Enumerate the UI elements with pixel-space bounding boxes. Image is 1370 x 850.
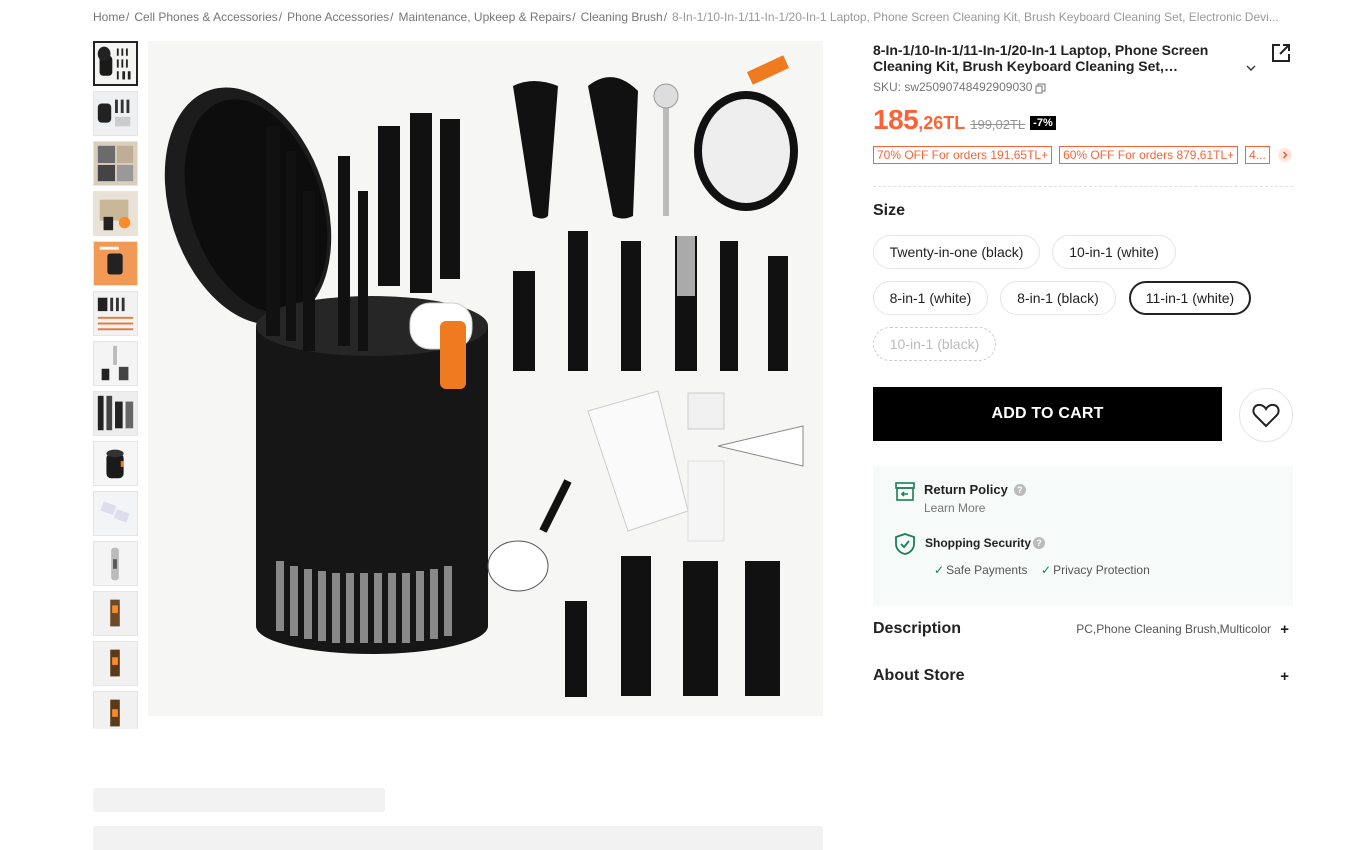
about-store-title: About Store	[873, 667, 965, 684]
help-icon[interactable]: ?	[1033, 537, 1046, 549]
breadcrumb-current: 8-In-1/10-In-1/11-In-1/20-In-1 Laptop, P…	[672, 10, 1279, 24]
add-to-cart-button[interactable]: ADD TO CART	[873, 387, 1222, 441]
thumbnail-2[interactable]	[93, 91, 138, 136]
size-option[interactable]: 10-in-1 (white)	[1052, 235, 1176, 269]
heart-icon	[1252, 403, 1280, 428]
policy-box: Return Policy ? Learn More Shopping Secu…	[873, 466, 1293, 606]
price-integer: 185	[873, 104, 919, 135]
return-policy-title[interactable]: Return Policy ?	[924, 482, 1026, 497]
thumbnail-7[interactable]	[93, 341, 138, 386]
promo-tag[interactable]: 4...	[1245, 146, 1270, 164]
size-option-selected[interactable]: 11-in-1 (white)	[1129, 281, 1251, 315]
breadcrumb-cleaning-brush[interactable]: Cleaning Brush	[581, 10, 663, 26]
thumbnail-1[interactable]	[93, 41, 138, 86]
thumbnail-12[interactable]	[93, 591, 138, 636]
main-product-image[interactable]	[148, 41, 823, 716]
original-price: 199,02TL	[970, 117, 1026, 132]
promo-tag[interactable]: 70% OFF For orders 191,65TL+	[873, 146, 1053, 164]
price-row: 185 ,26TL 199,02TL -7%	[873, 104, 1056, 136]
breadcrumb-maintenance[interactable]: Maintenance, Upkeep & Repairs	[399, 10, 572, 26]
about-store-section[interactable]: About Store +	[873, 665, 1293, 687]
learn-more-link[interactable]: Learn More	[924, 501, 985, 515]
thumbnail-13[interactable]	[93, 641, 138, 686]
chevron-right-icon[interactable]	[1278, 148, 1292, 162]
thumbnail-11[interactable]	[93, 541, 138, 586]
discount-badge: -7%	[1030, 116, 1056, 130]
description-title: Description	[873, 620, 962, 637]
thumbnail-14[interactable]	[93, 691, 138, 729]
share-icon[interactable]	[1270, 42, 1292, 64]
size-option[interactable]: Twenty-in-one (black)	[873, 235, 1040, 269]
product-title: 8-In-1/10-In-1/11-In-1/20-In-1 Laptop, P…	[873, 42, 1209, 74]
thumbnail-5[interactable]	[93, 241, 138, 286]
breadcrumb-phone-accessories[interactable]: Phone Accessories	[287, 10, 389, 26]
safe-payments: ✓ Safe Payments	[934, 563, 1027, 577]
thumbnail-9[interactable]	[93, 441, 138, 486]
shopping-security-title[interactable]: Shopping Security ?	[925, 536, 1046, 550]
thumbnail-4[interactable]	[93, 191, 138, 236]
thumbnail-3[interactable]	[93, 141, 138, 186]
return-policy-label: Return Policy	[924, 482, 1008, 497]
plus-icon[interactable]: +	[1280, 621, 1289, 638]
chevron-down-icon[interactable]	[1244, 62, 1258, 74]
promo-tag[interactable]: 60% OFF For orders 879,61TL+	[1059, 146, 1239, 164]
plus-icon[interactable]: +	[1280, 668, 1289, 685]
thumbnail-10[interactable]	[93, 491, 138, 536]
size-option[interactable]: 8-in-1 (white)	[873, 281, 988, 315]
breadcrumb-home[interactable]: Home	[93, 10, 125, 26]
check-icon: ✓	[934, 563, 945, 577]
return-box-icon	[894, 480, 916, 502]
price-decimal: ,26TL	[918, 113, 966, 133]
thumbnail-6[interactable]	[93, 291, 138, 336]
loading-placeholder	[93, 826, 823, 850]
help-icon[interactable]: ?	[1013, 483, 1026, 496]
check-icon: ✓	[1041, 563, 1052, 577]
sku-text: SKU: sw25090748492909030	[873, 80, 1033, 94]
shield-check-icon	[894, 532, 916, 556]
description-section[interactable]: Description PC,Phone Cleaning Brush,Mult…	[873, 618, 1293, 640]
size-option[interactable]: 8-in-1 (black)	[1000, 281, 1116, 315]
safe-payments-label: Safe Payments	[946, 563, 1028, 577]
size-option-unavailable[interactable]: 10-in-1 (black)	[873, 327, 996, 361]
privacy-protection-label: Privacy Protection	[1053, 563, 1150, 577]
sku-row: SKU: sw25090748492909030	[873, 80, 1046, 94]
description-summary: PC,Phone Cleaning Brush,Multicolor	[1076, 622, 1271, 636]
thumbnail-gallery	[93, 41, 139, 729]
loading-placeholder	[93, 788, 385, 812]
breadcrumb: Home / Cell Phones & Accessories / Phone A…	[93, 10, 1293, 26]
wishlist-button[interactable]	[1239, 388, 1293, 442]
privacy-protection: ✓ Privacy Protection	[1041, 563, 1150, 577]
breadcrumb-cell-phones[interactable]: Cell Phones & Accessories	[134, 10, 277, 26]
divider	[873, 186, 1293, 187]
promo-list: 70% OFF For orders 191,65TL+ 60% OFF For…	[873, 146, 1277, 164]
size-label: Size	[873, 202, 906, 219]
shopping-security-label: Shopping Security	[925, 536, 1032, 550]
copy-icon[interactable]	[1035, 83, 1046, 94]
thumbnail-8[interactable]	[93, 391, 138, 436]
